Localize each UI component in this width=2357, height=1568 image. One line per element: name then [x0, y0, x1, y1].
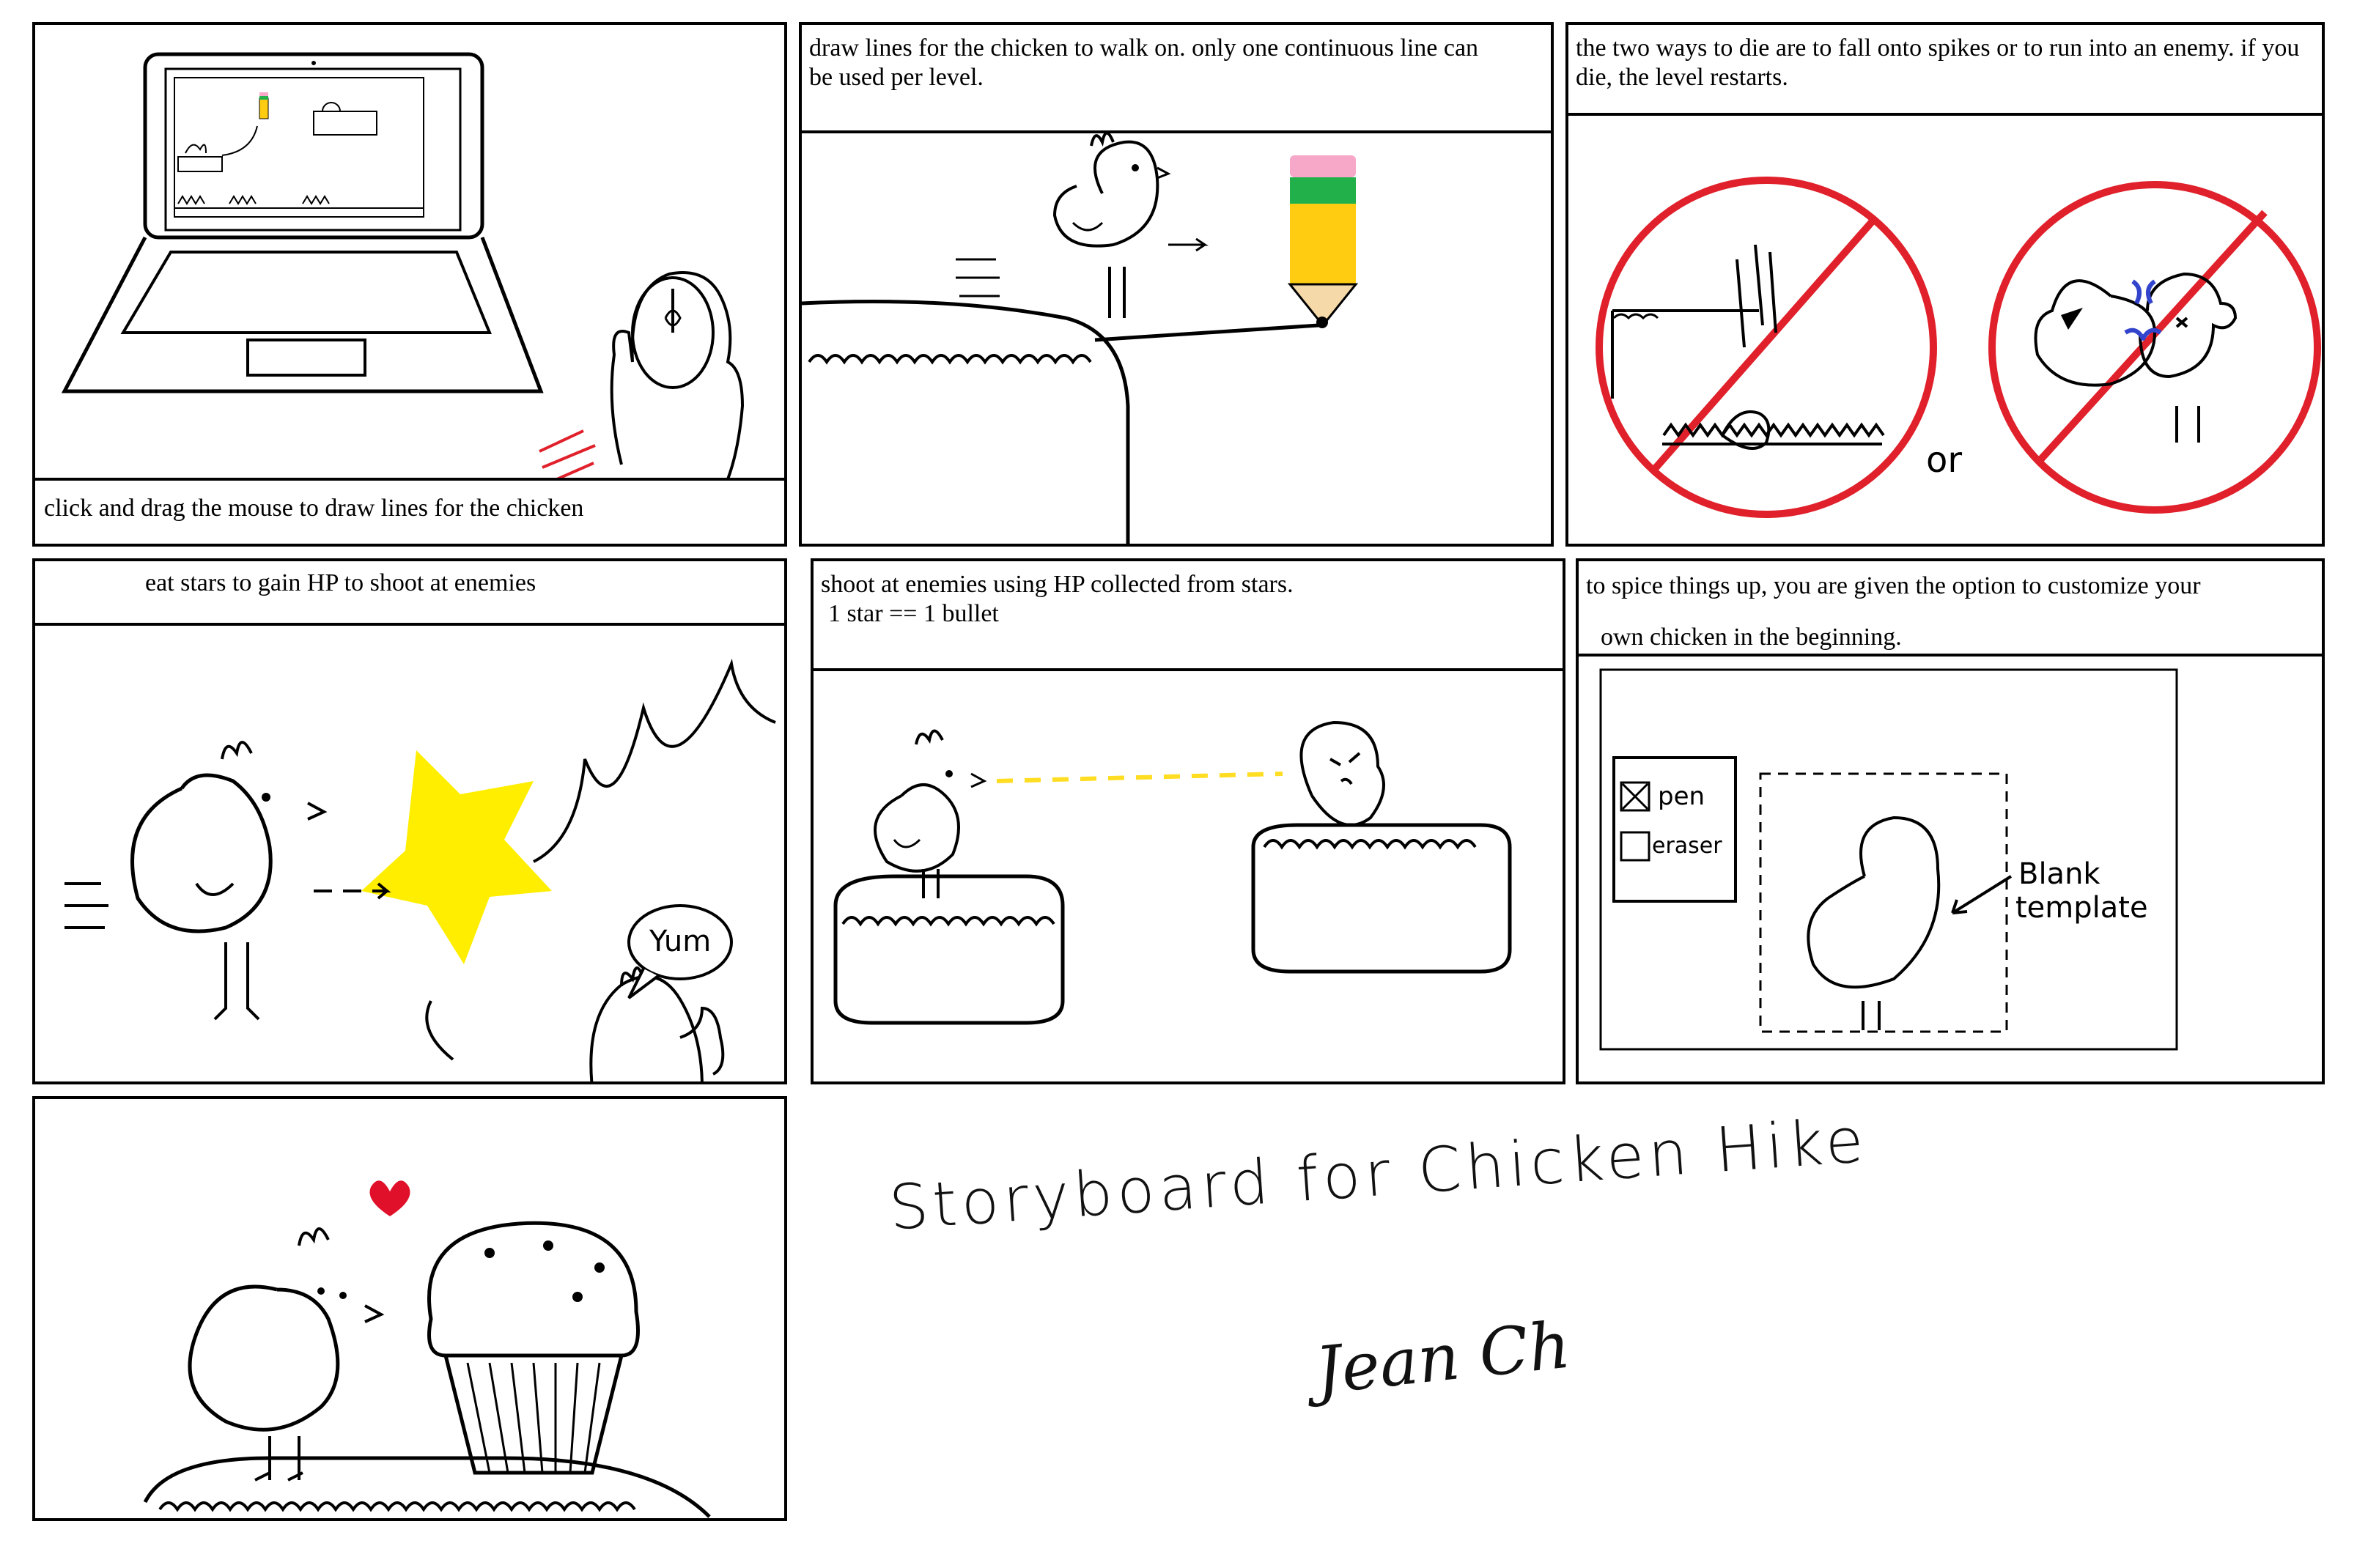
panel-2: draw lines for the chicken to walk on. o…: [799, 22, 1554, 547]
tool-eraser-label: eraser: [1652, 833, 1722, 859]
panel-4: eat stars to gain HP to shoot at enemies…: [32, 558, 787, 1084]
draw-line-illustration: [802, 131, 1359, 544]
storyboard-title: Storyboard for Chicken Hike: [887, 1101, 1917, 1274]
eat-star-illustration: Yum: [64, 658, 776, 1081]
author-signature: Jean Ch: [1312, 1287, 1760, 1435]
customize-illustration: pen eraser Blank template: [1599, 668, 2178, 1051]
panel-5: shoot at enemies using HP collected from…: [811, 558, 1565, 1084]
shoot-illustration: [833, 720, 1512, 1025]
speech-bubble-text: Yum: [649, 925, 711, 958]
tool-pen-label: pen: [1658, 782, 1705, 811]
muffin-illustration: [143, 1180, 711, 1518]
storyboard-title-text: Storyboard for Chicken Hike: [887, 1103, 1870, 1244]
panel-1-caption: click and drag the mouse to draw lines f…: [44, 495, 584, 522]
panel-1: click and drag the mouse to draw lines f…: [32, 22, 787, 547]
or-label: or: [1926, 440, 1962, 481]
panel-6: to spice things up, you are given the op…: [1576, 558, 2325, 1084]
author-signature-text: Jean Ch: [1312, 1306, 1574, 1409]
laptop-illustration: [61, 52, 745, 481]
panel-7: [32, 1096, 787, 1521]
pointer-label-line-1: Blank: [2018, 857, 2100, 891]
death-illustration: or: [1596, 177, 2321, 518]
panel-3: the two ways to die are to fall onto spi…: [1565, 22, 2325, 547]
pointer-label-line-2: template: [2015, 891, 2148, 925]
